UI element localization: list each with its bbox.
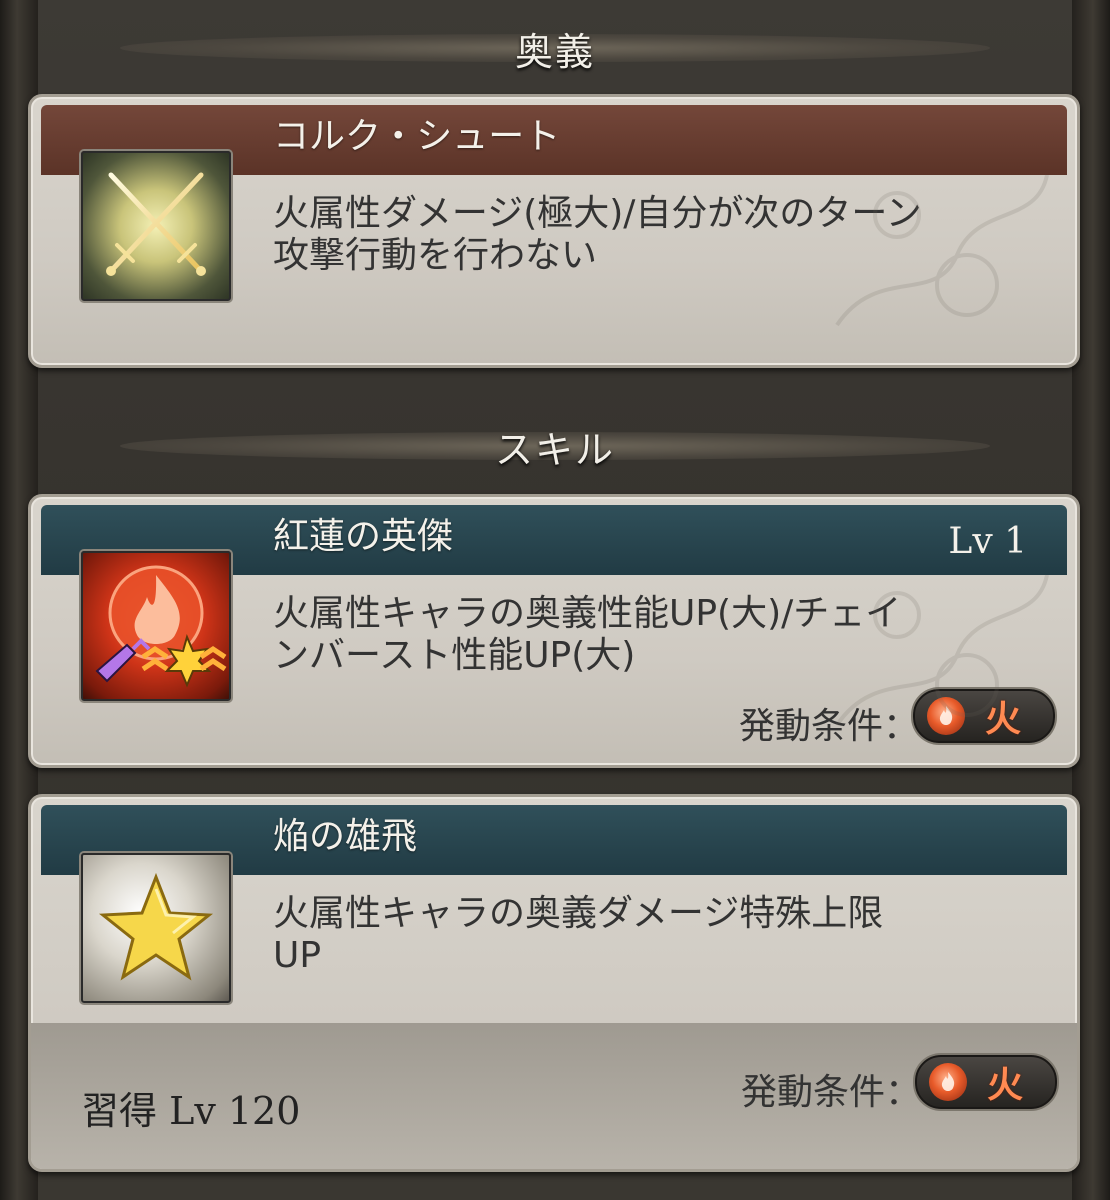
ornament-decoration xyxy=(835,574,1049,727)
skill-2-condition-label: 発動条件： xyxy=(740,1072,921,1113)
skill-2-acquire-level: 習得 Lv 120 xyxy=(81,1089,301,1133)
skill-2-name: 焔の雄飛 xyxy=(273,816,418,857)
ougi-section-header: 奥義 xyxy=(120,16,990,80)
ougi-card[interactable]: コルク・シュート 火属性ダメージ(極大)/自分が次のターン 攻撃行動を行わない xyxy=(28,94,1080,368)
skill-2-description-line2: UP xyxy=(273,935,322,976)
skill-header-label: スキル xyxy=(494,427,615,472)
fire-orb-icon[interactable] xyxy=(81,551,231,701)
skill-section-header: スキル xyxy=(120,414,990,478)
skill-2-description: 火属性キャラの奥義ダメージ特殊上限 UP xyxy=(273,893,1033,977)
skill-1-name: 紅蓮の英傑 xyxy=(273,516,454,557)
fire-element-icon xyxy=(929,1063,967,1101)
skill-card-2[interactable]: 焔の雄飛 火属性キャラの奥義ダメージ特殊上限 UP 習得 Lv 120 発動条件… xyxy=(28,794,1080,1172)
ougi-name: コルク・シュート xyxy=(273,116,561,157)
star-icon[interactable] xyxy=(81,853,231,1003)
skill-2-description-line1: 火属性キャラの奥義ダメージ特殊上限 xyxy=(273,893,884,934)
skill-2-fire-condition-badge: 火 xyxy=(915,1055,1057,1109)
ornament-decoration xyxy=(835,174,1049,327)
skill-card-1[interactable]: 紅蓮の英傑 Lv 1 火属性キャラの奥義性能UP(大)/チェイ ンバースト性能U… xyxy=(28,494,1080,768)
crossed-swords-icon[interactable] xyxy=(81,151,231,301)
skill-2-condition-element: 火 xyxy=(987,1065,1024,1106)
ougi-header-label: 奥義 xyxy=(514,29,595,74)
